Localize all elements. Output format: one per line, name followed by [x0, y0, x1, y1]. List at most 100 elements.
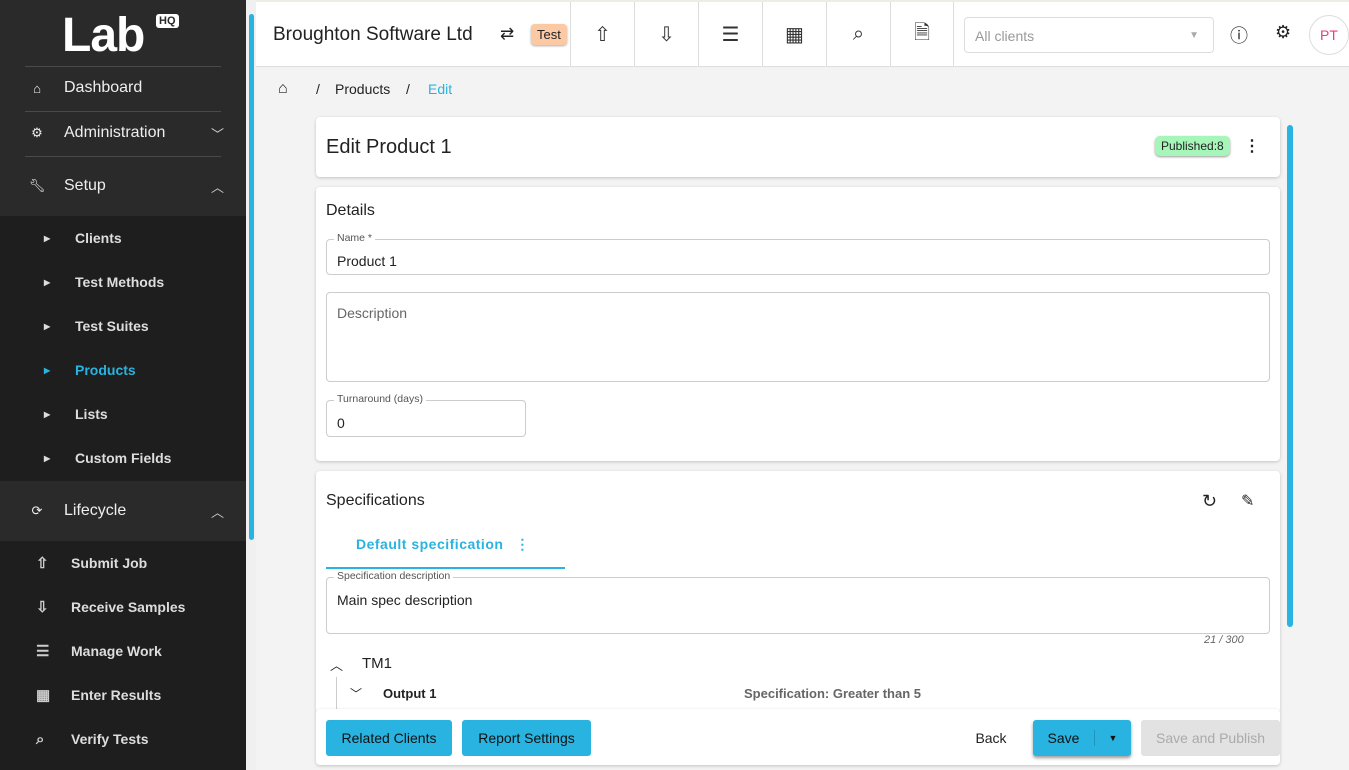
more-vert-icon[interactable]: ⋮ [515, 536, 530, 552]
sidebar-item-custom-fields[interactable]: ▶ Custom Fields [0, 436, 246, 480]
client-select-placeholder: All clients [975, 28, 1035, 44]
nav-label: Administration [64, 124, 166, 141]
info-icon[interactable]: ⓘ [1230, 22, 1248, 48]
gear-icon[interactable]: ⚙ [1275, 22, 1291, 43]
caret-right-icon: ▶ [44, 321, 51, 331]
breadcrumb-edit: Edit [428, 81, 453, 97]
client-select[interactable]: All clients ▼ [964, 17, 1214, 53]
submit-job-button[interactable]: ⇧ [570, 2, 634, 67]
save-and-publish-button[interactable]: Save and Publish [1141, 720, 1280, 756]
caret-right-icon: ▶ [44, 233, 51, 243]
nav-administration[interactable]: ⚙ Administration ﹀ [0, 111, 246, 155]
chevron-down-icon[interactable]: ﹀ [350, 685, 362, 702]
chevron-up-icon: ︿ [210, 504, 224, 520]
description-field[interactable]: Description [326, 292, 1270, 382]
document-check-icon: 🗎︎ [913, 21, 931, 44]
switch-company-icon[interactable]: ⇄ [500, 24, 514, 44]
environment-badge: Test [531, 24, 567, 45]
caret-right-icon: ▶ [44, 453, 51, 463]
caret-right-icon: ▶ [44, 277, 51, 287]
tree-line [336, 677, 337, 711]
sidebar-item-test-methods[interactable]: ▶ Test Methods [0, 260, 246, 304]
product-header-card: Edit Product 1 Published:8 ⋮ [316, 117, 1280, 177]
back-button[interactable]: Back [966, 720, 1016, 756]
edit-pencil-icon[interactable]: ✎ [1241, 491, 1254, 511]
specifications-heading: Specifications [326, 492, 425, 509]
sidebar: Lab HQ ⌂ Dashboard ⚙ Administration ﹀ 🔧︎ Set… [0, 0, 246, 770]
nav-dashboard[interactable]: ⌂ Dashboard [0, 66, 246, 110]
notebook-icon: ☰ [36, 643, 50, 660]
search-document-icon: ⌕ [852, 23, 865, 45]
sidebar-item-clients[interactable]: ▶ Clients [0, 216, 246, 260]
receive-samples-button[interactable]: ⇩ [634, 2, 698, 67]
sidebar-item-enter-results[interactable]: ▦ Enter Results [0, 673, 246, 717]
enter-results-button[interactable]: ▦ [762, 2, 826, 67]
name-label: Name * [334, 232, 376, 244]
caret-right-icon: ▶ [44, 409, 51, 419]
wrench-icon: 🔧︎ [28, 178, 46, 193]
breadcrumb-products[interactable]: Products [335, 81, 390, 97]
sidebar-item-submit-job[interactable]: ⇧ Submit Job [0, 541, 246, 585]
nav-setup[interactable]: 🔧︎ Setup ︿ [0, 164, 246, 208]
sidebar-item-lists[interactable]: ▶ Lists [0, 392, 246, 436]
page-scrollbar-thumb[interactable] [1287, 125, 1293, 627]
sidebar-item-verify-tests[interactable]: ⌕ Verify Tests [0, 717, 246, 761]
spec-description-value: Main spec description [337, 592, 473, 608]
nav-lifecycle[interactable]: ⟳ Lifecycle ︿ [0, 481, 246, 541]
test-method-name: TM1 [362, 655, 392, 672]
item-label: Manage Work [71, 643, 162, 659]
refresh-icon[interactable]: ↻ [1202, 491, 1217, 512]
logo: Lab [62, 9, 145, 62]
upload-icon: ⇧ [594, 24, 611, 46]
tab-label: Default specification [356, 536, 504, 552]
upload-icon: ⇧ [36, 555, 49, 572]
calculator-icon: ▦ [36, 687, 51, 704]
spec-description-label: Specification description [334, 570, 454, 582]
item-label: Products [75, 362, 136, 378]
manage-work-button[interactable]: ☰ [698, 2, 762, 67]
top-bar: Broughton Software Ltd ⇄ Test ⇧ ⇩ ☰ ▦ ⌕ … [256, 0, 1349, 67]
more-vert-icon[interactable]: ⋮ [1244, 136, 1260, 156]
chevron-up-icon: ︿ [210, 179, 224, 195]
description-placeholder: Description [337, 305, 408, 321]
specifications-card: Specifications ↻ ✎ Default specification… [316, 471, 1280, 711]
item-label: Verify Tests [71, 731, 149, 747]
status-badge: Published:8 [1155, 136, 1230, 156]
sidebar-item-manage-work[interactable]: ☰ Manage Work [0, 629, 246, 673]
item-label: Submit Job [71, 555, 148, 571]
name-value: Product 1 [337, 253, 397, 269]
sidebar-item-test-suites[interactable]: ▶ Test Suites [0, 304, 246, 348]
approve-button[interactable]: 🗎︎ [890, 2, 954, 67]
download-icon: ⇩ [658, 24, 675, 46]
output-name: Output 1 [383, 686, 437, 701]
verify-tests-button[interactable]: ⌕ [826, 2, 890, 67]
item-label: Test Suites [75, 318, 149, 334]
turnaround-field[interactable]: Turnaround (days) 0 [326, 393, 526, 437]
turnaround-value: 0 [337, 415, 345, 431]
avatar[interactable]: PT [1309, 15, 1349, 55]
save-dropdown-icon[interactable]: ▼ [1095, 733, 1131, 743]
turnaround-label: Turnaround (days) [334, 393, 426, 405]
save-button-group: Save ▼ [1033, 720, 1131, 756]
sidebar-item-products[interactable]: ▶ Products [0, 348, 246, 392]
item-label: Enter Results [71, 687, 162, 703]
related-clients-button[interactable]: Related Clients [326, 720, 452, 756]
home-icon: ⌂ [33, 80, 41, 96]
sidebar-item-receive-samples[interactable]: ⇩ Receive Samples [0, 585, 246, 629]
chevron-up-icon[interactable]: ︿ [330, 655, 343, 674]
sidebar-scrollbar-thumb[interactable] [249, 14, 254, 540]
item-label: Receive Samples [71, 599, 186, 615]
nav-label: Setup [64, 177, 106, 194]
search-document-icon: ⌕ [36, 730, 45, 748]
spec-description-field[interactable]: Specification description Main spec descr… [326, 570, 1270, 634]
character-counter: 21 / 300 [1204, 634, 1244, 646]
dropdown-arrow-icon: ▼ [1189, 30, 1199, 41]
tab-default-specification[interactable]: Default specification ⋮ [326, 527, 565, 569]
name-field[interactable]: Name * Product 1 [326, 232, 1270, 275]
page-title: Edit Product 1 [326, 136, 452, 158]
save-button[interactable]: Save [1033, 730, 1095, 746]
home-icon[interactable]: ⌂ [278, 80, 288, 98]
report-settings-button[interactable]: Report Settings [462, 720, 591, 756]
gear-icon: ⚙ [31, 125, 43, 140]
item-label: Clients [75, 230, 122, 246]
